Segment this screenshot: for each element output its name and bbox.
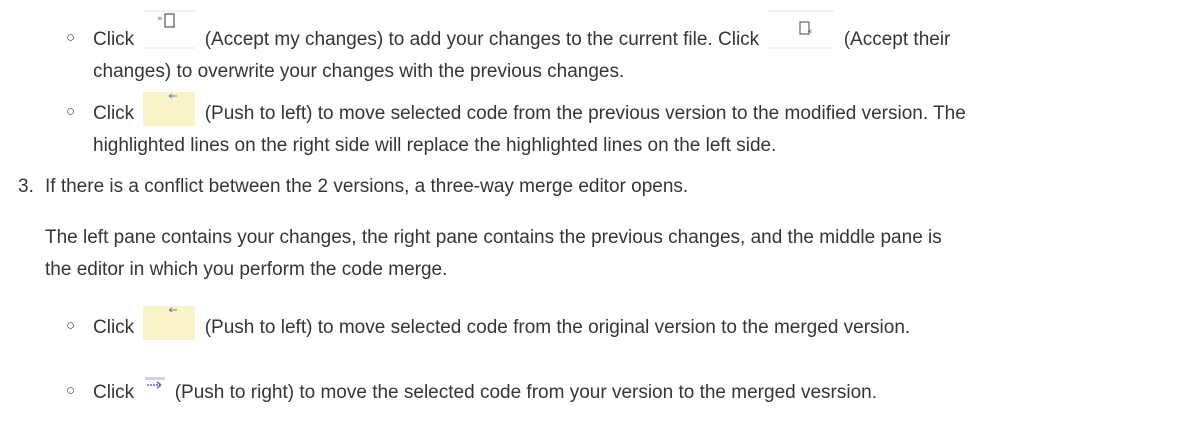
list-item-push-left: Click (Push to left) to move selected co… — [93, 92, 966, 126]
paragraph-line: the editor in which you perform the code… — [45, 259, 448, 280]
list-item-push-left-merge: Click (Push to left) to move selected co… — [93, 306, 911, 340]
list-bullet: ○ — [66, 103, 76, 120]
item-text-continued: changes) to overwrite your changes with … — [93, 61, 625, 82]
item-text: Click — [93, 103, 135, 124]
svg-text:«: « — [807, 27, 813, 37]
step-number: 3. — [18, 176, 34, 197]
item-text: (Push to left) to move selected code fro… — [204, 103, 966, 124]
accept-my-changes-icon[interactable]: » — [143, 10, 196, 52]
list-item-push-right: Click (Push to right) to move the select… — [93, 377, 878, 405]
push-to-left-icon[interactable] — [143, 92, 196, 126]
list-item-accept-changes: Click » (Accept my changes) to add your … — [93, 10, 951, 52]
svg-text:»: » — [157, 14, 163, 24]
item-text: (Accept my changes) to add your changes … — [204, 29, 760, 50]
push-to-left-icon[interactable] — [143, 306, 196, 340]
accept-their-changes-icon[interactable]: « — [768, 10, 835, 52]
item-text: (Push to right) to move the selected cod… — [174, 382, 878, 403]
item-text: Click — [93, 29, 135, 50]
list-bullet: ○ — [66, 29, 76, 46]
item-text: (Accept their — [843, 29, 951, 50]
item-text-continued: highlighted lines on the right side will… — [93, 135, 777, 156]
item-text: (Push to left) to move selected code fro… — [204, 317, 911, 338]
list-bullet: ○ — [66, 382, 76, 399]
push-to-right-icon[interactable] — [145, 377, 166, 405]
item-text: Click — [93, 382, 135, 403]
step-text: If there is a conflict between the 2 ver… — [45, 176, 689, 197]
item-text: Click — [93, 317, 135, 338]
paragraph-line: The left pane contains your changes, the… — [45, 227, 942, 248]
list-bullet: ○ — [66, 317, 76, 334]
